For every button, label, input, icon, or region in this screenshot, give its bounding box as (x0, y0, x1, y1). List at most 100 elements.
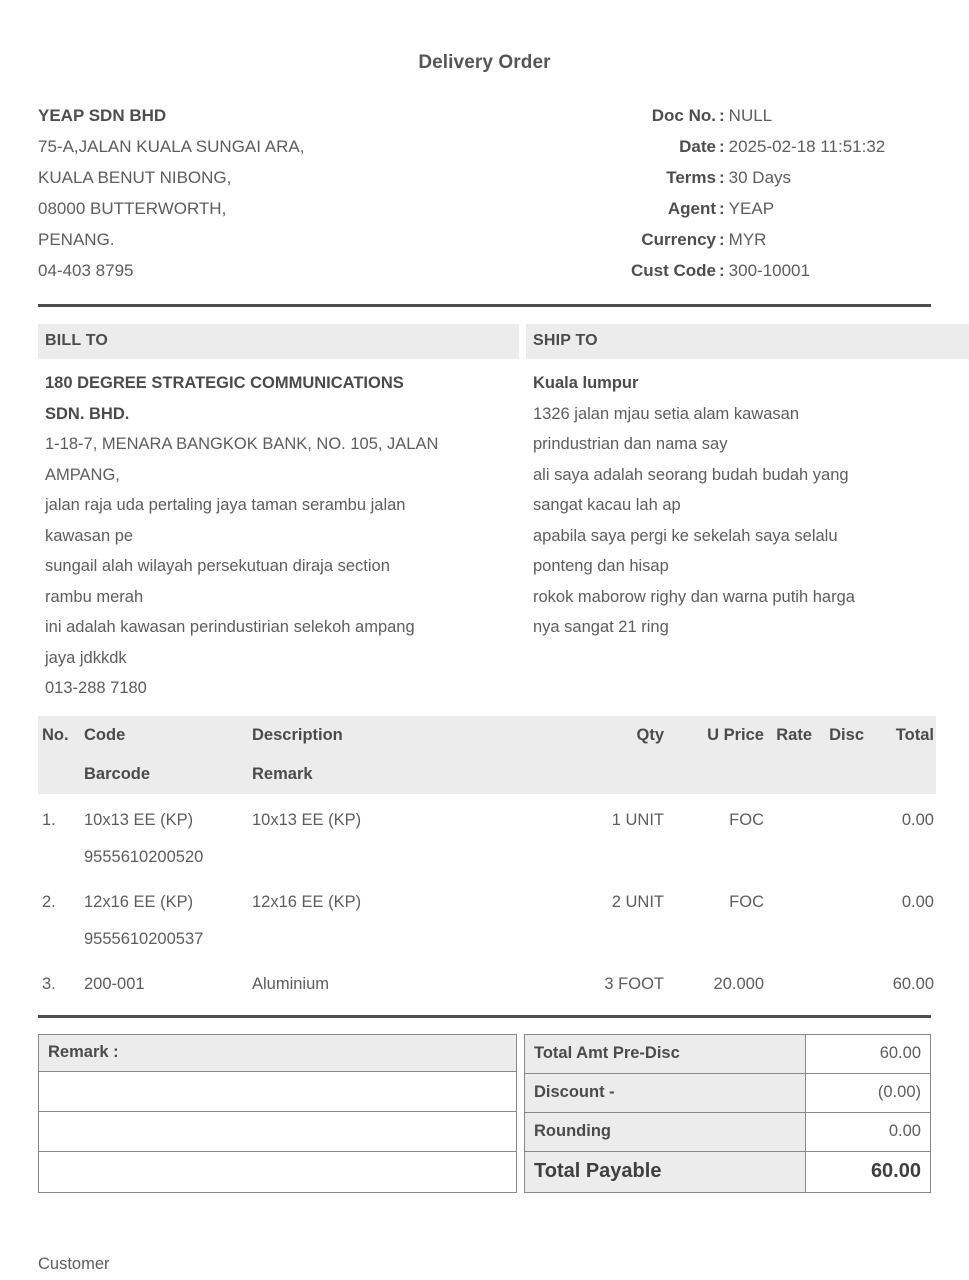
table-row: 3. 200-001 Aluminium 3 FOOT 20.000 60.00 (38, 958, 936, 1003)
cell-remark (252, 921, 552, 958)
remark-line[interactable] (39, 1151, 516, 1191)
col-subheader-spacer (764, 755, 812, 794)
cell-code: 200-001 (84, 974, 145, 993)
cell-spacer (812, 839, 864, 876)
meta-row-currency: Currency : MYR (558, 224, 926, 255)
table-row: 2. 12x16 EE (KP) 12x16 EE (KP) 2 UNIT FO… (38, 876, 936, 921)
totals-label: Total Amt Pre-Disc (524, 1033, 806, 1074)
meta-colon: : (719, 199, 725, 218)
meta-value: 300-10001 (728, 261, 810, 280)
totals-value: 0.00 (805, 1111, 931, 1152)
col-subheader-spacer (812, 755, 864, 794)
cell-spacer (864, 921, 936, 958)
meta-colon: : (719, 261, 725, 280)
meta-row-cust-code: Cust Code : 300-10001 (558, 255, 926, 286)
bill-to-address-line: ini adalah kawasan perindustirian seleko… (45, 618, 415, 636)
cell-spacer (864, 839, 936, 876)
meta-row-agent: Agent : YEAP (558, 193, 926, 224)
remark-header-row: Remark : (39, 1034, 516, 1072)
cell-disc (812, 958, 864, 1003)
cell-disc (812, 876, 864, 921)
ship-to-address-line: ponteng dan hisap (533, 557, 669, 575)
cell-no: 3. (42, 974, 56, 993)
cell-spacer (552, 839, 664, 876)
cell-barcode: 9555610200520 (84, 847, 204, 866)
ship-to-address-line: apabila saya pergi ke sekelah saya selal… (533, 526, 838, 545)
bill-to-block: BILL TO 180 DEGREE STRATEGIC COMMUNICATI… (38, 324, 519, 704)
items-table: No. Code Description Qty U Price Rate Di… (38, 715, 936, 1003)
ship-to-address-line: 1326 jalan mjau setia alam kawasan (533, 404, 799, 423)
bill-to-address-line: sungail alah wilayah persekutuan diraja … (45, 557, 390, 575)
company-block: YEAP SDN BHD 75-A,JALAN KUALA SUNGAI ARA… (38, 100, 558, 286)
bill-to-address-line: jaya jdkkdk (45, 648, 127, 667)
summary-section: Remark : Total Amt Pre-Disc 60.00 Discou… (38, 1033, 931, 1193)
cell-code: 12x16 EE (KP) (84, 892, 194, 911)
cell-spacer (764, 921, 812, 958)
company-address-line: PENANG. (38, 230, 115, 249)
cell-spacer (764, 839, 812, 876)
bill-to-address-line: AMPANG, (45, 465, 120, 484)
meta-label: Date (679, 137, 716, 156)
totals-label: Discount - (524, 1072, 806, 1113)
totals-table: Total Amt Pre-Disc 60.00 Discount - (0.0… (524, 1033, 931, 1193)
cell-spacer (664, 921, 764, 958)
meta-row-doc-no: Doc No. : NULL (558, 100, 926, 131)
col-header-u-price: U Price (707, 725, 764, 744)
totals-row-total-payable: Total Payable 60.00 (524, 1150, 931, 1193)
table-row-sub: 9555610200520 (38, 839, 936, 876)
remark-line-row (39, 1111, 516, 1152)
cell-u-price: FOC (729, 810, 764, 829)
meta-row-terms: Terms : 30 Days (558, 162, 926, 193)
company-name: YEAP SDN BHD (38, 106, 167, 125)
bill-to-address-line: rambu merah (45, 587, 144, 606)
col-header-disc: Disc (829, 725, 864, 744)
cell-rate (764, 794, 812, 839)
items-table-body: 1. 10x13 EE (KP) 10x13 EE (KP) 1 UNIT FO… (38, 794, 936, 1003)
meta-label: Cust Code (631, 261, 716, 280)
cell-code: 10x13 EE (KP) (84, 810, 194, 829)
document-meta-block: Doc No. : NULL Date : 2025-02-18 11:51:3… (558, 100, 931, 286)
signature-block: Customer Signature (38, 1249, 931, 1280)
meta-label: Agent (667, 199, 716, 218)
cell-qty: 3 FOOT (604, 974, 664, 993)
remark-line-row (39, 1071, 516, 1112)
bill-to-phone: 013-288 7180 (45, 679, 147, 697)
col-header-code: Code (84, 725, 126, 744)
meta-value: 30 Days (728, 168, 792, 187)
cell-qty: 2 UNIT (611, 892, 664, 911)
bill-to-heading: BILL TO (38, 324, 519, 359)
cell-total: 0.00 (901, 892, 934, 911)
cell-rate (764, 876, 812, 921)
ship-to-heading: SHIP TO (526, 324, 969, 359)
remark-table: Remark : (39, 1034, 516, 1191)
meta-label: Currency (641, 230, 716, 249)
meta-label: Terms (666, 168, 716, 187)
page-title: Delivery Order (418, 52, 551, 73)
remark-box: Remark : (38, 1033, 517, 1193)
header-divider (38, 304, 931, 307)
total-payable-label: Total Payable (524, 1150, 806, 1193)
totals-row-pre-disc: Total Amt Pre-Disc 60.00 (524, 1033, 931, 1074)
cell-no: 1. (42, 810, 56, 829)
col-subheader-spacer (664, 755, 764, 794)
remark-line-row (39, 1151, 516, 1191)
cell-spacer (38, 839, 84, 876)
totals-value: (0.00) (805, 1072, 931, 1113)
totals-row-discount: Discount - (0.00) (524, 1072, 931, 1113)
bill-to-address-line: kawasan pe (45, 526, 134, 545)
meta-colon: : (719, 106, 725, 125)
remark-line[interactable] (39, 1111, 516, 1152)
col-subheader-remark: Remark (252, 764, 313, 783)
meta-colon: : (719, 137, 725, 156)
ship-to-block: SHIP TO Kuala lumpur 1326 jalan mjau set… (526, 324, 969, 704)
col-header-desc: Description (252, 725, 343, 744)
totals-row-rounding: Rounding 0.00 (524, 1111, 931, 1152)
col-subheader-barcode: Barcode (84, 764, 151, 783)
cell-spacer (812, 921, 864, 958)
meta-row-date: Date : 2025-02-18 11:51:32 (558, 131, 926, 162)
cell-rate (764, 958, 812, 1003)
cell-qty: 1 UNIT (611, 810, 664, 829)
signature-label-customer: Customer (38, 1254, 110, 1273)
total-payable-value: 60.00 (805, 1150, 931, 1193)
remark-line[interactable] (39, 1071, 516, 1112)
